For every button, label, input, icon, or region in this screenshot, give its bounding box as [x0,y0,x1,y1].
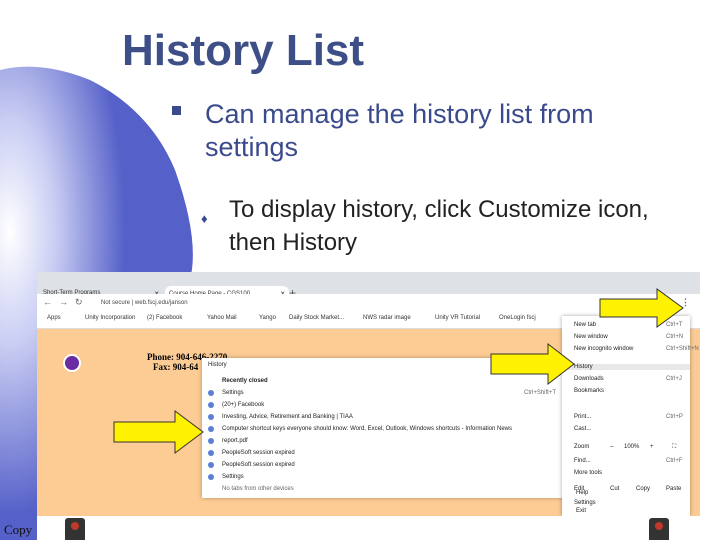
history-row[interactable]: Investing, Advice, Retirement and Bankin… [208,414,353,420]
history-footer: No tabs from other devices [222,486,294,492]
history-row[interactable]: Settings [208,474,244,480]
menu-item-more-tools[interactable]: More tools [574,470,602,476]
history-row[interactable]: Settings Ctrl+Shift+T [208,390,556,396]
menu-item-exit[interactable]: Exit [576,508,586,514]
bookmark-item[interactable]: Daily Stock Market... [289,315,344,321]
history-row[interactable]: Computer shortcut keys everyone should k… [207,426,512,432]
yellow-arrow-history [490,343,575,385]
recently-closed-label: Recently closed [222,378,268,384]
bookmark-item[interactable]: Apps [47,315,61,321]
history-row[interactable]: PeopleSoft session expired [208,462,295,468]
bullet-level-1: Can manage the history list from setting… [172,98,692,164]
college-logo [63,354,81,372]
yellow-arrow-panel [113,410,204,454]
reload-icon[interactable]: ↻ [75,297,83,308]
history-row[interactable]: (20+) Facebook [207,402,264,408]
zoom-out-button[interactable]: – [610,444,613,450]
bookmark-item[interactable]: Unity VR Tutorial [435,315,480,321]
bookmark-item[interactable]: (2) Facebook [147,315,182,321]
yellow-arrow-top [599,288,684,328]
menu-item-bookmarks[interactable]: Bookmarks [574,388,604,394]
menu-item-print[interactable]: Print... Ctrl+P [574,414,683,420]
slide-title: History List [122,26,365,75]
zoom-row: Zoom – 100% + ⛶ [574,444,684,450]
page-bottom-strip [37,516,700,540]
menu-item-downloads[interactable]: Downloads Ctrl+J [574,376,682,382]
forward-icon[interactable]: → [59,297,68,307]
copy-button[interactable]: Copy [636,486,650,492]
bullet-text: Can manage the history list from setting… [205,99,594,162]
zoom-in-button[interactable]: + [650,444,654,450]
fullscreen-icon[interactable]: ⛶ [672,444,676,451]
url-field[interactable]: Not secure | web.fscj.edu/janson [101,297,551,309]
bookmark-item[interactable]: Yango [259,315,276,321]
menu-item-help[interactable]: Help [576,490,588,496]
bookmark-item[interactable]: Yahoo Mail [207,315,237,321]
bookmark-item[interactable]: Unity Incorporation [85,315,135,321]
back-icon[interactable]: ← [43,297,52,307]
menu-item-cast[interactable]: Cast... [574,426,591,432]
zoom-value: 100% [624,444,640,450]
menu-item-new-incognito[interactable]: New incognito window Ctrl+Shift+N [574,346,699,352]
diamond-bullet-icon: ♦ [201,211,208,226]
speaker-icon [65,518,85,540]
cut-button[interactable]: Cut [610,486,619,492]
history-header: History [208,362,227,368]
menu-item-find[interactable]: Find... Ctrl+F [574,458,683,464]
paste-button[interactable]: Paste [666,486,681,492]
bullet-text: To display history, click Customize icon… [229,196,649,256]
history-row[interactable]: PeopleSoft session expired [208,450,295,456]
square-bullet-icon [172,106,181,115]
customize-menu: New tab Ctrl+T New window Ctrl+N New incog… [562,316,699,516]
menu-item-settings[interactable]: Settings [574,500,596,506]
history-row[interactable]: report.pdf [208,438,248,444]
menu-item-history[interactable]: History [562,364,690,370]
bullet-level-2: ♦ To display history, click Customize ic… [201,193,701,259]
zoom-label: Zoom [574,444,590,450]
bookmark-item[interactable]: NWS radar image [363,315,411,321]
bookmark-item[interactable]: OneLogin fscj [499,315,536,321]
copyright-text: Copy [4,522,33,537]
menu-item-new-tab[interactable]: New tab Ctrl+T [574,322,683,328]
speaker-icon [649,518,669,540]
menu-item-new-window[interactable]: New window Ctrl+N [574,334,683,340]
